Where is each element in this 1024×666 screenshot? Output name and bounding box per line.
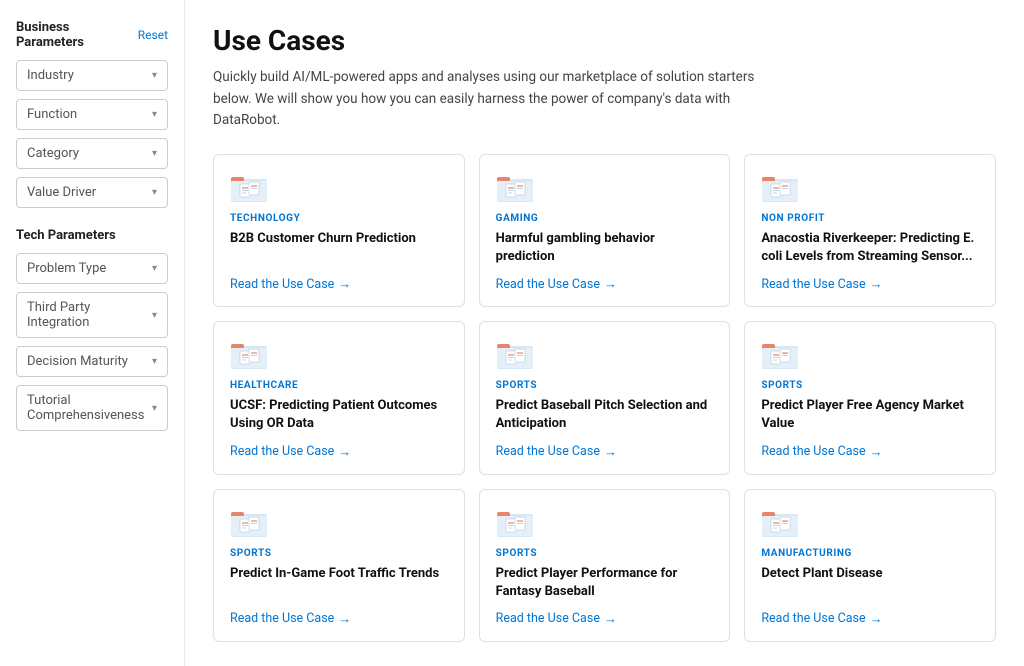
tech-section-header: Tech Parameters	[16, 228, 168, 243]
card-category: MANUFACTURING	[761, 548, 979, 559]
read-use-case-link[interactable]: Read the Use Case →	[230, 444, 448, 460]
card-category: SPORTS	[761, 380, 979, 391]
business-section-title: Business Parameters	[16, 20, 138, 50]
dropdown-value-driver[interactable]: Value Driver ▾	[16, 177, 168, 208]
tech-section-title: Tech Parameters	[16, 228, 116, 243]
dropdown-problem-type[interactable]: Problem Type ▾	[16, 253, 168, 284]
arrow-icon: →	[604, 444, 617, 460]
chevron-icon: ▾	[152, 403, 157, 414]
arrow-icon: →	[870, 444, 883, 460]
card-title: Predict Player Free Agency Market Value	[761, 397, 979, 433]
card-title: Predict Baseball Pitch Selection and Ant…	[496, 397, 714, 433]
read-link-text: Read the Use Case	[761, 277, 865, 292]
read-use-case-link[interactable]: Read the Use Case →	[761, 444, 979, 460]
arrow-icon: →	[338, 611, 351, 627]
use-case-card[interactable]: GAMING Harmful gambling behavior predict…	[479, 154, 731, 307]
read-use-case-link[interactable]: Read the Use Case →	[761, 611, 979, 627]
dropdown-third-party[interactable]: Third Party Integration▾	[16, 292, 168, 338]
page-title: Use Cases	[213, 24, 996, 57]
cards-grid: TECHNOLOGY B2B Customer Churn Prediction…	[213, 154, 996, 642]
arrow-icon: →	[604, 611, 617, 627]
arrow-icon: →	[338, 276, 351, 292]
use-case-card[interactable]: SPORTS Predict In-Game Foot Traffic Tren…	[213, 489, 465, 642]
card-category: SPORTS	[230, 548, 448, 559]
use-case-card[interactable]: SPORTS Predict Baseball Pitch Selection …	[479, 321, 731, 474]
card-category: SPORTS	[496, 380, 714, 391]
card-title: UCSF: Predicting Patient Outcomes Using …	[230, 397, 448, 433]
card-title: Predict In-Game Foot Traffic Trends	[230, 565, 448, 601]
dropdown-label-decision-maturity: Decision Maturity	[27, 354, 128, 369]
read-use-case-link[interactable]: Read the Use Case →	[230, 611, 448, 627]
tech-section: Tech Parameters Problem Type▾Third Party…	[16, 228, 168, 431]
read-use-case-link[interactable]: Read the Use Case →	[496, 444, 714, 460]
dropdown-label-industry: Industry	[27, 68, 74, 83]
dropdown-label-problem-type: Problem Type	[27, 261, 106, 276]
chevron-icon: ▾	[152, 263, 157, 274]
read-use-case-link[interactable]: Read the Use Case →	[496, 611, 714, 627]
dropdown-label-tutorial-comp: Tutorial Comprehensiveness	[27, 393, 152, 423]
read-use-case-link[interactable]: Read the Use Case →	[761, 276, 979, 292]
card-title: Harmful gambling behavior prediction	[496, 230, 714, 266]
read-use-case-link[interactable]: Read the Use Case →	[230, 276, 448, 292]
dropdown-decision-maturity[interactable]: Decision Maturity ▾	[16, 346, 168, 377]
use-case-card[interactable]: SPORTS Predict Player Performance for Fa…	[479, 489, 731, 642]
dropdown-label-category: Category	[27, 146, 79, 161]
dropdown-label-third-party: Third Party Integration	[27, 300, 152, 330]
business-dropdowns: Industry ▾ Function ▾ Category ▾ Value Driver ▾	[16, 60, 168, 208]
use-case-card[interactable]: NON PROFIT Anacostia Riverkeeper: Predic…	[744, 154, 996, 307]
page-description: Quickly build AI/ML-powered apps and ana…	[213, 67, 793, 132]
reset-button[interactable]: Reset	[138, 28, 168, 42]
use-case-card[interactable]: HEALTHCARE UCSF: Predicting Patient Outc…	[213, 321, 465, 474]
main-content: Use Cases Quickly build AI/ML-powered ap…	[185, 0, 1024, 666]
arrow-icon: →	[338, 444, 351, 460]
chevron-icon: ▾	[152, 70, 157, 81]
dropdown-label-value-driver: Value Driver	[27, 185, 96, 200]
chevron-icon: ▾	[152, 109, 157, 120]
chevron-icon: ▾	[152, 187, 157, 198]
dropdown-industry[interactable]: Industry ▾	[16, 60, 168, 91]
card-title: Anacostia Riverkeeper: Predicting E. col…	[761, 230, 979, 266]
read-link-text: Read the Use Case	[496, 277, 600, 292]
card-category: NON PROFIT	[761, 213, 979, 224]
arrow-icon: →	[870, 276, 883, 292]
chevron-icon: ▾	[152, 356, 157, 367]
read-link-text: Read the Use Case	[230, 611, 334, 626]
use-case-card[interactable]: MANUFACTURING Detect Plant Disease Read …	[744, 489, 996, 642]
sidebar: Business Parameters Reset Industry▾Funct…	[0, 0, 185, 666]
dropdown-tutorial-comp[interactable]: Tutorial Comprehensiveness▾	[16, 385, 168, 431]
arrow-icon: →	[870, 611, 883, 627]
read-link-text: Read the Use Case	[230, 277, 334, 292]
card-category: SPORTS	[496, 548, 714, 559]
read-link-text: Read the Use Case	[761, 444, 865, 459]
card-title: B2B Customer Churn Prediction	[230, 230, 448, 266]
read-link-text: Read the Use Case	[761, 611, 865, 626]
dropdown-function[interactable]: Function ▾	[16, 99, 168, 130]
read-link-text: Read the Use Case	[496, 611, 600, 626]
tech-dropdowns: Problem Type▾Third Party Integration▾Dec…	[16, 253, 168, 431]
card-category: HEALTHCARE	[230, 380, 448, 391]
dropdown-category[interactable]: Category ▾	[16, 138, 168, 169]
dropdown-label-function: Function	[27, 107, 77, 122]
card-category: TECHNOLOGY	[230, 213, 448, 224]
read-link-text: Read the Use Case	[230, 444, 334, 459]
card-category: GAMING	[496, 213, 714, 224]
chevron-icon: ▾	[152, 310, 157, 321]
use-case-card[interactable]: SPORTS Predict Player Free Agency Market…	[744, 321, 996, 474]
chevron-icon: ▾	[152, 148, 157, 159]
arrow-icon: →	[604, 276, 617, 292]
card-title: Detect Plant Disease	[761, 565, 979, 601]
read-use-case-link[interactable]: Read the Use Case →	[496, 276, 714, 292]
use-case-card[interactable]: TECHNOLOGY B2B Customer Churn Prediction…	[213, 154, 465, 307]
business-section-header: Business Parameters Reset	[16, 20, 168, 50]
read-link-text: Read the Use Case	[496, 444, 600, 459]
card-title: Predict Player Performance for Fantasy B…	[496, 565, 714, 601]
